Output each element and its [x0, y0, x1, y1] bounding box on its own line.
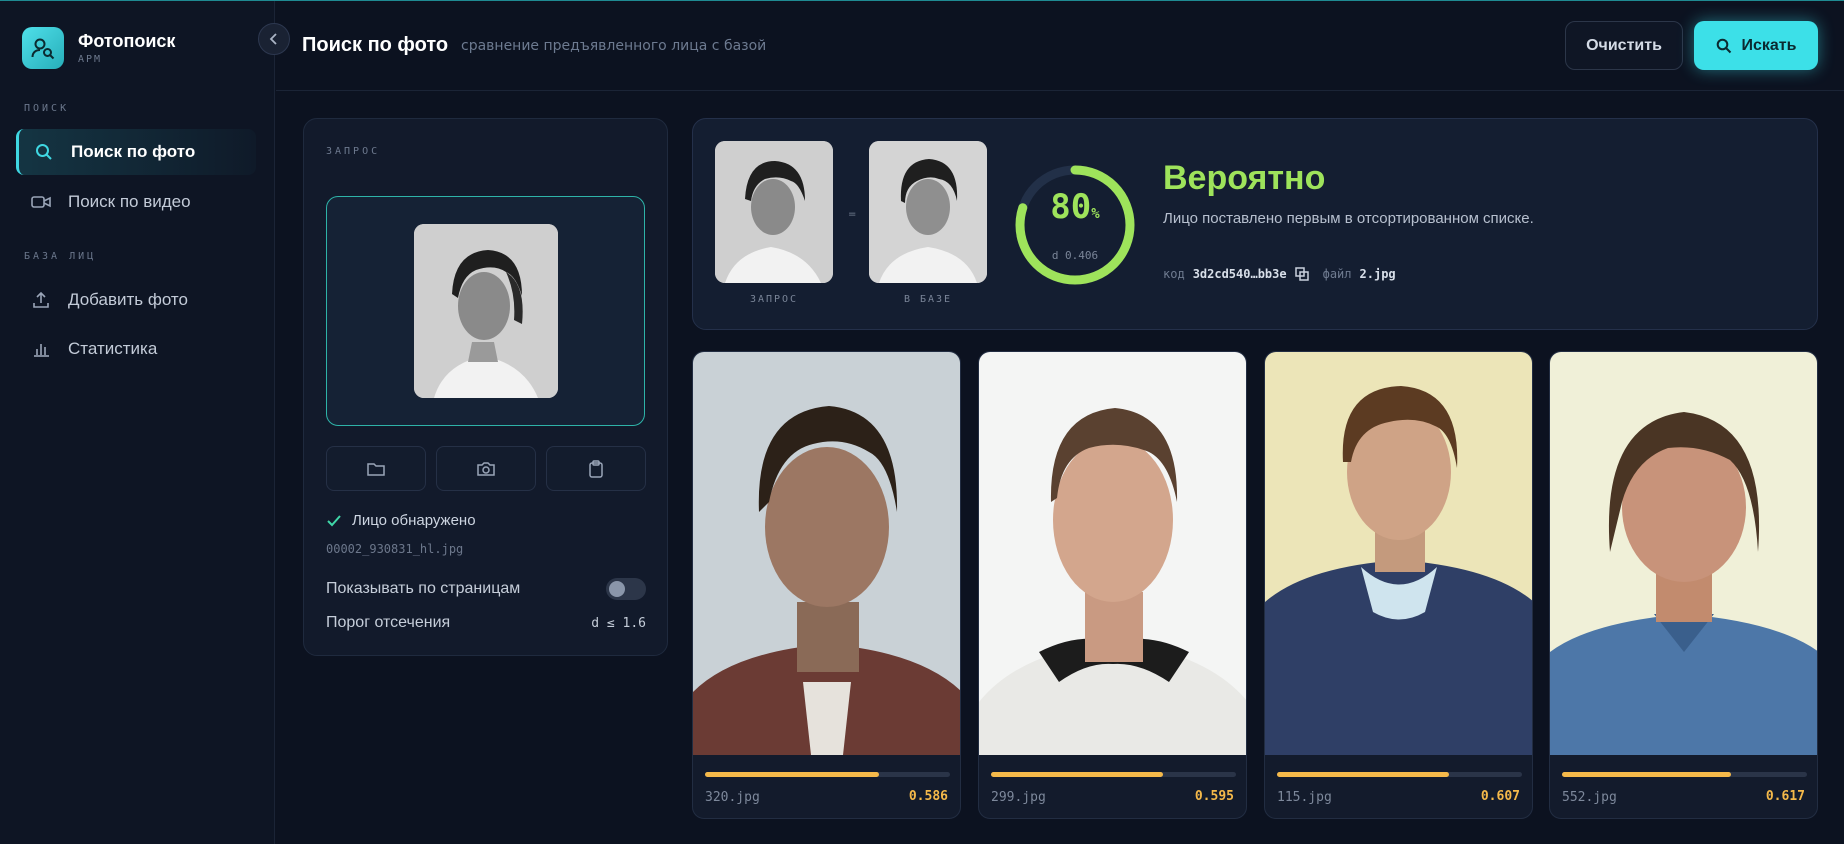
face-detected-label: Лицо обнаружено: [352, 512, 476, 529]
face-detected-status: Лицо обнаружено: [326, 512, 476, 529]
paste-button[interactable]: [546, 446, 646, 491]
file-key: файл: [1322, 267, 1352, 281]
candidate-score-fill: [705, 772, 879, 777]
verdict-description: Лицо поставлено первым в отсортированном…: [1163, 210, 1534, 227]
section-label-search: ПОИСК: [24, 103, 70, 114]
page-title: Поиск по фото: [302, 34, 449, 56]
candidate-filename: 320.jpg: [705, 790, 760, 805]
sidebar-item-label: Статистика: [68, 339, 158, 358]
candidate-score: 0.586: [908, 789, 948, 804]
video-icon: [30, 191, 52, 213]
best-match-card: ЗАПРОС = В БАЗЕ 80% d 0.406 Вероятно Лиц…: [692, 118, 1818, 330]
sidebar-item-statistics[interactable]: Статистика: [16, 326, 256, 372]
candidate-filename: 115.jpg: [1277, 790, 1332, 805]
query-photo: [413, 224, 558, 398]
candidate-score-bar: [705, 772, 950, 777]
collapse-sidebar-button[interactable]: [258, 23, 290, 55]
toggle-knob: [609, 581, 625, 597]
query-filename: 00002_930831_hl.jpg: [326, 542, 464, 556]
candidate-photo: [979, 352, 1246, 755]
candidate-card[interactable]: 320.jpg 0.586: [692, 351, 961, 819]
candidate-score-fill: [991, 772, 1163, 777]
brand-subtitle: АРМ: [78, 54, 103, 65]
candidate-card[interactable]: 299.jpg 0.595: [978, 351, 1247, 819]
query-dropzone[interactable]: [326, 196, 645, 426]
sidebar-item-label: Поиск по фото: [71, 142, 196, 161]
candidate-score-fill: [1562, 772, 1732, 777]
query-thumbnail: [715, 141, 833, 283]
app-window: Фотопоиск АРМ ПОИСК Поиск по фото Поиск …: [0, 0, 1844, 844]
candidate-score-bar: [1277, 772, 1522, 777]
verdict-title: Вероятно: [1163, 159, 1326, 197]
distance-value: d 0.406: [1051, 249, 1099, 262]
candidate-score: 0.595: [1194, 789, 1234, 804]
search-icon: [33, 141, 55, 163]
database-thumbnail-label: В БАЗЕ: [903, 294, 953, 305]
file-value: 2.jpg: [1359, 267, 1396, 281]
camera-icon: [476, 461, 496, 477]
user-search-icon: [22, 27, 64, 69]
check-icon: [326, 514, 342, 528]
sidebar-item-label: Поиск по видео: [68, 192, 191, 211]
code-value: 3d2cd540…bb3e: [1192, 267, 1287, 281]
sidebar: Фотопоиск АРМ ПОИСК Поиск по фото Поиск …: [0, 1, 275, 844]
sidebar-item-label: Добавить фото: [68, 290, 188, 309]
upload-icon: [30, 289, 52, 311]
clear-button[interactable]: Очистить: [1565, 21, 1683, 70]
paginate-toggle[interactable]: [606, 578, 646, 600]
bar-chart-icon: [30, 338, 52, 360]
folder-icon: [367, 461, 385, 477]
page-subtitle: сравнение предъявленного лица с базой: [461, 38, 767, 54]
open-file-button[interactable]: [326, 446, 426, 491]
threshold-value: d ≤ 1.6: [591, 615, 646, 631]
candidate-photo: [1265, 352, 1532, 755]
similarity-percent: 80%: [1050, 187, 1100, 227]
candidate-filename: 299.jpg: [991, 790, 1046, 805]
query-label: ЗАПРОС: [326, 146, 381, 157]
database-thumbnail: [869, 141, 987, 283]
section-label-database: БАЗА ЛИЦ: [24, 251, 97, 262]
code-key: код: [1163, 267, 1185, 281]
candidate-photo: [1550, 352, 1817, 755]
paginate-label: Показывать по страницам: [326, 580, 521, 597]
query-thumbnail-label: ЗАПРОС: [749, 294, 799, 305]
candidate-score: 0.617: [1765, 789, 1805, 804]
candidate-score-bar: [1562, 772, 1807, 777]
candidate-score-bar: [991, 772, 1236, 777]
brand-name: Фотопоиск: [78, 31, 176, 51]
candidate-card[interactable]: 115.jpg 0.607: [1264, 351, 1533, 819]
sidebar-item-add-photo[interactable]: Добавить фото: [16, 277, 256, 323]
copy-icon[interactable]: [1294, 267, 1309, 281]
sidebar-item-photo-search[interactable]: Поиск по фото: [16, 129, 256, 175]
brand[interactable]: Фотопоиск АРМ: [22, 27, 175, 69]
search-button-label: Искать: [1741, 36, 1797, 54]
query-panel: ЗАПРОС Лицо обнаружено 00002_930831_hl.j…: [303, 118, 668, 656]
candidate-photo: [693, 352, 960, 755]
search-icon: [1716, 38, 1732, 54]
candidate-score: 0.607: [1480, 789, 1520, 804]
candidate-score-fill: [1277, 772, 1449, 777]
candidate-card[interactable]: 552.jpg 0.617: [1549, 351, 1818, 819]
candidate-filename: 552.jpg: [1562, 790, 1617, 805]
camera-button[interactable]: [436, 446, 536, 491]
top-bar: Поиск по фото сравнение предъявленного л…: [276, 1, 1844, 91]
clipboard-icon: [588, 459, 604, 478]
result-meta: код 3d2cd540…bb3e файл 2.jpg: [1163, 267, 1396, 281]
threshold-row: Порог отсечения d ≤ 1.6: [326, 614, 646, 632]
sidebar-item-video-search[interactable]: Поиск по видео: [16, 179, 256, 225]
search-button[interactable]: Искать: [1694, 21, 1818, 70]
paginate-row: Показывать по страницам: [326, 578, 646, 600]
threshold-label: Порог отсечения: [326, 614, 451, 631]
equals-sign: =: [848, 209, 857, 220]
chevron-left-icon: [269, 33, 279, 45]
